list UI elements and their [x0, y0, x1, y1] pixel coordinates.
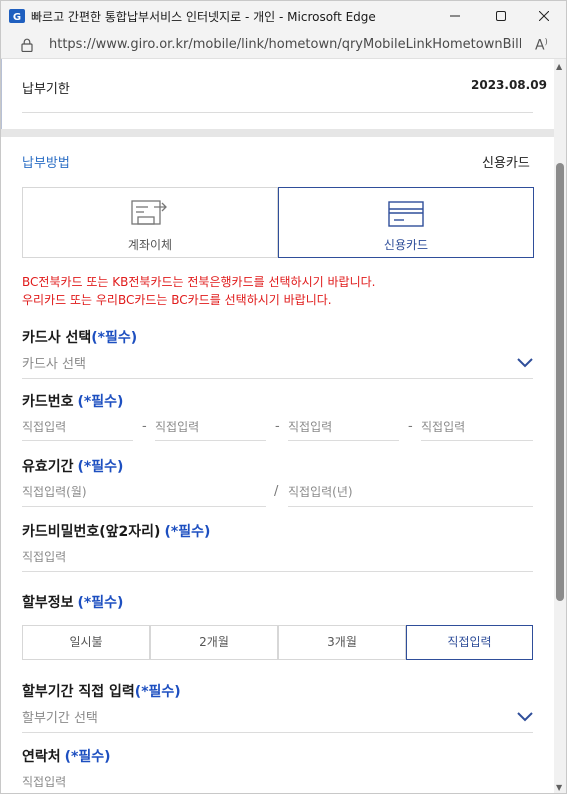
installment-option-2-months[interactable]: 2개월	[150, 625, 278, 660]
card-company-label-text: 카드사 선택	[22, 330, 92, 346]
required-mark: (*필수)	[77, 459, 124, 475]
card-password-input[interactable]: 직접입력	[22, 545, 533, 572]
installment-option-lump-sum[interactable]: 일시불	[22, 625, 150, 660]
divider	[22, 378, 533, 379]
installment-option-3-months[interactable]: 3개월	[278, 625, 406, 660]
minimize-button[interactable]	[433, 1, 477, 31]
bank-transfer-icon	[131, 200, 167, 225]
scroll-down-icon[interactable]: ▼	[556, 783, 562, 792]
maximize-button[interactable]	[479, 1, 523, 31]
expiry-year-input[interactable]: 직접입력(년)	[288, 480, 533, 507]
close-button[interactable]	[522, 1, 566, 31]
method-bank-transfer-label: 계좌이체	[127, 238, 173, 252]
card-number-input-3[interactable]: 직접입력	[288, 415, 399, 441]
minimize-icon	[450, 15, 460, 17]
card-company-label: 카드사 선택(*필수)	[22, 327, 137, 347]
installment-direct-label: 할부기간 직접 입력(*필수)	[22, 681, 181, 701]
card-number-separator: -	[408, 419, 413, 434]
chevron-down-icon	[517, 712, 533, 722]
giro-logo-icon: G	[9, 9, 25, 23]
card-password-label: 카드비밀번호(앞2자리) (*필수)	[22, 521, 210, 541]
card-number-input-1[interactable]: 직접입력	[22, 415, 133, 441]
installment-direct-label-text: 할부기간 직접 입력	[22, 684, 135, 700]
title-bar: G 빠르고 간편한 통합납부서비스 인터넷지로 - 개인 - Microsoft…	[1, 1, 566, 31]
due-value: 2023.08.09	[471, 78, 547, 92]
required-mark: (*필수)	[64, 749, 111, 765]
required-mark: (*필수)	[91, 330, 138, 346]
left-border	[1, 59, 2, 133]
address-bar: https://www.giro.or.kr/mobile/link/homet…	[1, 31, 566, 59]
divider	[22, 112, 533, 113]
warning-text-1: BC전북카드 또는 KB전북카드는 전북은행카드를 선택하시기 바랍니다.	[22, 275, 376, 289]
warning-text-2: 우리카드 또는 우리BC카드는 BC카드를 선택하시기 바랍니다.	[22, 293, 332, 307]
card-password-label-text: 카드비밀번호(앞2자리)	[22, 524, 161, 540]
credit-card-icon	[388, 201, 424, 227]
installment-period-placeholder: 할부기간 선택	[22, 711, 98, 726]
card-number-input-4[interactable]: 직접입력	[421, 415, 533, 441]
expiry-separator: /	[274, 484, 279, 499]
method-credit-card-label: 신용카드	[383, 238, 429, 252]
installment-label: 할부정보 (*필수)	[22, 592, 123, 612]
browser-window: G 빠르고 간편한 통합납부서비스 인터넷지로 - 개인 - Microsoft…	[0, 0, 567, 794]
card-company-placeholder: 카드사 선택	[22, 357, 86, 372]
svg-text:G: G	[13, 12, 21, 23]
card-number-separator: -	[142, 419, 147, 434]
payment-method-label: 납부방법	[22, 156, 70, 171]
method-credit-card[interactable]: 신용카드	[278, 187, 534, 258]
expiry-label: 유효기간 (*필수)	[22, 456, 123, 476]
card-number-separator: -	[275, 419, 280, 434]
required-mark: (*필수)	[164, 524, 211, 540]
page-content: 납부기한 2023.08.09 납부방법 신용카드 계좌이체 신용카드 BC전북…	[1, 59, 554, 793]
card-number-input-2[interactable]: 직접입력	[155, 415, 266, 441]
required-mark: (*필수)	[77, 394, 124, 410]
method-bank-transfer[interactable]: 계좌이체	[22, 187, 278, 258]
expiry-month-input[interactable]: 직접입력(월)	[22, 480, 266, 507]
url-field[interactable]: https://www.giro.or.kr/mobile/link/homet…	[49, 37, 521, 52]
required-mark: (*필수)	[134, 684, 181, 700]
card-number-label-text: 카드번호	[22, 394, 74, 410]
maximize-icon	[496, 11, 506, 21]
contact-label: 연락처 (*필수)	[22, 746, 111, 766]
expiry-label-text: 유효기간	[22, 459, 74, 475]
vertical-scrollbar[interactable]: ▲ ▼	[554, 59, 566, 793]
card-number-label: 카드번호 (*필수)	[22, 391, 123, 411]
scroll-up-icon[interactable]: ▲	[556, 62, 562, 71]
required-mark: (*필수)	[77, 595, 124, 611]
card-company-select[interactable]: 카드사 선택	[22, 349, 533, 379]
contact-input[interactable]: 직접입력	[22, 770, 533, 793]
installment-period-select[interactable]: 할부기간 선택	[22, 703, 533, 733]
payment-method-value: 신용카드	[482, 156, 530, 171]
contact-label-text: 연락처	[22, 749, 61, 765]
scrollbar-thumb[interactable]	[556, 163, 564, 601]
read-aloud-icon[interactable]: A)	[535, 37, 548, 54]
section-separator	[1, 129, 554, 137]
chevron-down-icon	[517, 358, 533, 368]
window-title: 빠르고 간편한 통합납부서비스 인터넷지로 - 개인 - Microsoft E…	[31, 10, 376, 24]
close-icon	[539, 11, 549, 21]
installment-label-text: 할부정보	[22, 595, 74, 611]
installment-option-direct[interactable]: 직접입력	[406, 625, 533, 660]
lock-icon[interactable]	[21, 38, 33, 52]
due-label: 납부기한	[22, 82, 70, 97]
